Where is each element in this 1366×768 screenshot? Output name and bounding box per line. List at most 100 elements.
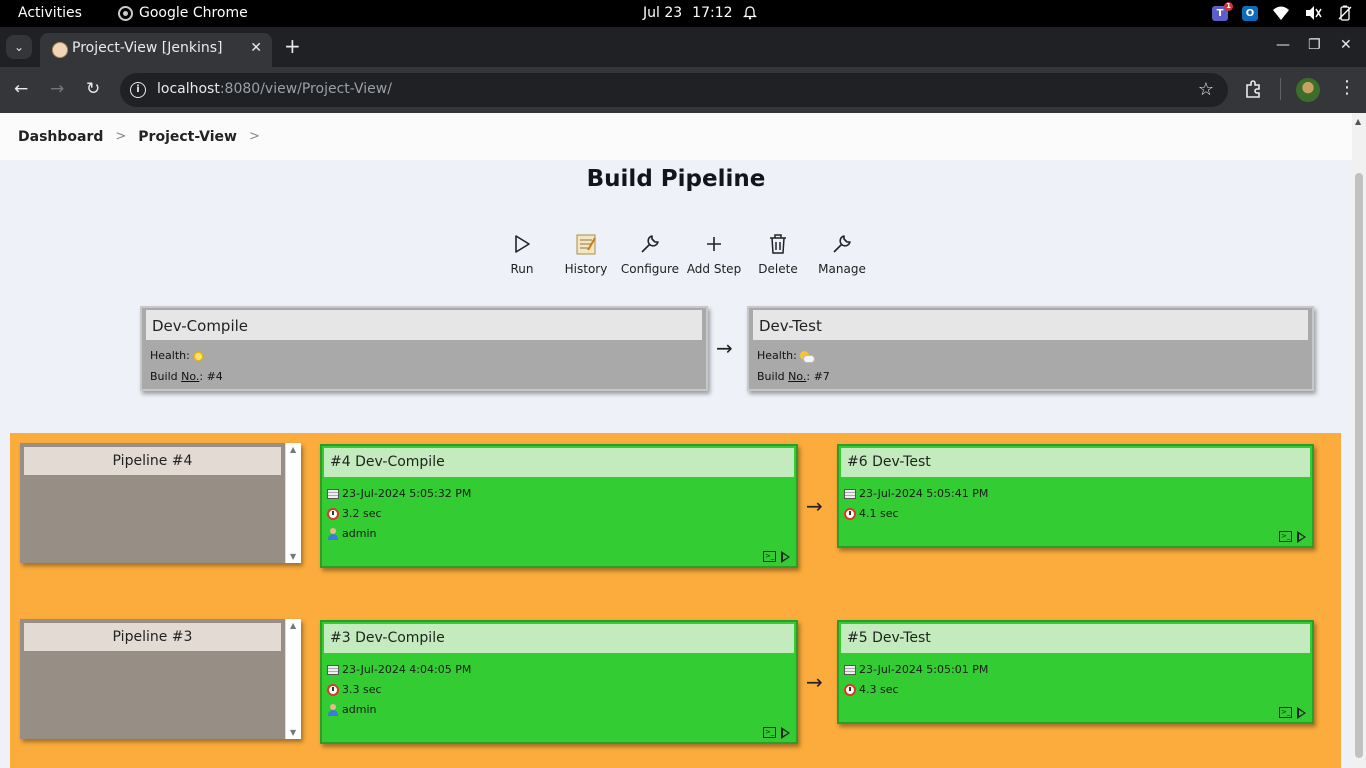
job-name[interactable]: Dev-Test <box>753 310 1308 340</box>
build-date: 23-Jul-2024 5:05:41 PM <box>844 487 988 500</box>
forward-icon[interactable]: → <box>50 79 64 99</box>
app-menu[interactable]: Google Chrome <box>118 5 248 21</box>
scroll-down-icon[interactable]: ▼ <box>290 552 296 561</box>
clock-icon <box>844 683 856 696</box>
rebuild-icon[interactable] <box>1297 530 1306 543</box>
pipeline-scrollbar[interactable]: ▲ ▼ <box>285 619 301 739</box>
browser-toolbar: ← → ↻ i localhost:8080/view/Project-View… <box>0 67 1366 113</box>
calendar-icon <box>327 488 339 499</box>
breadcrumb-dashboard[interactable]: Dashboard <box>18 129 103 145</box>
delete-button[interactable]: Delete <box>746 230 810 276</box>
build-date: 23-Jul-2024 4:04:05 PM <box>327 663 471 676</box>
arrow-right-icon: → <box>806 670 823 694</box>
browser-tab-strip: ⌄ Project-View [Jenkins] ✕ + — ❐ ✕ <box>0 27 1366 67</box>
breadcrumb-project-view[interactable]: Project-View <box>138 129 237 145</box>
play-icon <box>515 235 530 253</box>
chevron-right-icon[interactable]: > <box>249 129 260 144</box>
wrench-icon <box>833 235 851 253</box>
calendar-icon <box>844 488 856 499</box>
job-build-number: Build No.: #4 <box>150 370 223 383</box>
build-title[interactable]: #5 Dev-Test <box>841 624 1310 653</box>
pipeline-label[interactable]: Pipeline #3 <box>24 623 281 651</box>
user-icon <box>327 703 339 716</box>
build-actions: >_ <box>1279 706 1306 719</box>
clock-icon <box>844 507 856 520</box>
scrollbar-thumb[interactable] <box>1355 173 1363 758</box>
tab-project-view[interactable]: Project-View [Jenkins] ✕ <box>40 33 272 67</box>
scroll-up-icon[interactable]: ▲ <box>290 621 296 630</box>
wifi-icon <box>1273 6 1289 20</box>
site-info-icon[interactable]: i <box>130 82 146 98</box>
extensions-icon[interactable] <box>1244 79 1264 99</box>
manage-button[interactable]: Manage <box>810 230 874 276</box>
build-card: #4 Dev-Compile 23-Jul-2024 5:05:32 PM 3.… <box>320 444 798 568</box>
manage-label: Manage <box>818 262 866 276</box>
console-icon[interactable]: >_ <box>763 551 776 562</box>
console-icon[interactable]: >_ <box>1279 707 1292 718</box>
jenkins-favicon-icon <box>52 42 68 58</box>
add-step-button[interactable]: Add Step <box>682 230 746 276</box>
build-date: 23-Jul-2024 5:05:01 PM <box>844 663 988 676</box>
build-duration-text: 3.2 sec <box>342 507 382 520</box>
console-icon[interactable]: >_ <box>1279 531 1292 542</box>
scroll-up-icon[interactable]: ▲ <box>290 445 296 454</box>
pipeline-label[interactable]: Pipeline #4 <box>24 447 281 475</box>
arrow-right-icon: → <box>806 494 823 518</box>
partly-sunny-icon <box>800 350 816 363</box>
clock[interactable]: Jul 23 17:12 <box>643 5 757 21</box>
build-user: admin <box>327 703 376 716</box>
maximize-icon[interactable]: ❐ <box>1308 37 1321 53</box>
outlook-icon[interactable]: O <box>1242 5 1258 21</box>
build-label-abbr: No. <box>788 370 807 383</box>
address-bar[interactable]: i localhost:8080/view/Project-View/ ☆ <box>120 73 1228 107</box>
new-tab-button[interactable]: + <box>284 36 301 56</box>
console-icon[interactable]: >_ <box>763 727 776 738</box>
page-scrollbar[interactable]: ▲ <box>1352 113 1366 768</box>
close-tab-icon[interactable]: ✕ <box>250 40 262 56</box>
pipeline-row-label: Pipeline #4 ▲ ▼ <box>20 443 301 563</box>
teams-icon[interactable]: T1 <box>1212 1 1233 21</box>
profile-avatar[interactable] <box>1296 78 1320 102</box>
bell-icon <box>742 6 757 20</box>
sunny-icon <box>193 350 205 362</box>
time-label: 17:12 <box>692 5 733 21</box>
build-label-prefix: Build <box>150 370 182 383</box>
build-duration: 3.2 sec <box>327 507 382 520</box>
url-host: localhost <box>157 81 220 97</box>
build-label-prefix: Build <box>757 370 789 383</box>
rebuild-icon[interactable] <box>781 726 790 739</box>
build-duration: 3.3 sec <box>327 683 382 696</box>
build-card: #5 Dev-Test 23-Jul-2024 5:05:01 PM 4.3 s… <box>837 620 1314 724</box>
history-button[interactable]: History <box>554 230 618 276</box>
build-title[interactable]: #6 Dev-Test <box>841 448 1310 477</box>
reload-icon[interactable]: ↻ <box>86 79 100 99</box>
build-title[interactable]: #3 Dev-Compile <box>324 624 794 653</box>
url-text[interactable]: localhost:8080/view/Project-View/ <box>157 81 392 97</box>
activities-button[interactable]: Activities <box>18 5 82 21</box>
job-name[interactable]: Dev-Compile <box>146 310 702 340</box>
scroll-down-icon[interactable]: ▼ <box>290 728 296 737</box>
build-date-text: 23-Jul-2024 5:05:41 PM <box>859 487 989 500</box>
minimize-icon[interactable]: — <box>1276 37 1290 53</box>
pipeline-scrollbar[interactable]: ▲ ▼ <box>285 443 301 563</box>
rebuild-icon[interactable] <box>781 550 790 563</box>
configure-button[interactable]: Configure <box>618 230 682 276</box>
chevron-right-icon: > <box>115 129 127 144</box>
system-tray[interactable]: T1 O <box>1212 1 1354 21</box>
kebab-menu-icon[interactable]: ⋮ <box>1338 77 1356 98</box>
build-date-text: 23-Jul-2024 5:05:01 PM <box>859 663 989 676</box>
close-window-icon[interactable]: ✕ <box>1340 37 1352 53</box>
rebuild-icon[interactable] <box>1297 706 1306 719</box>
notepad-icon <box>576 234 596 255</box>
back-icon[interactable]: ← <box>14 79 28 99</box>
volume-muted-icon <box>1306 6 1322 20</box>
os-top-bar: Activities Google Chrome Jul 23 17:12 T1… <box>0 0 1366 27</box>
scroll-up-icon[interactable]: ▲ <box>1355 117 1361 126</box>
build-duration: 4.3 sec <box>844 683 899 696</box>
bookmark-star-icon[interactable]: ☆ <box>1198 79 1214 100</box>
run-button[interactable]: Run <box>490 230 554 276</box>
trash-icon <box>770 234 786 254</box>
build-title[interactable]: #4 Dev-Compile <box>324 448 794 477</box>
build-no: #4 <box>206 370 223 383</box>
tab-search-button[interactable]: ⌄ <box>6 35 32 59</box>
